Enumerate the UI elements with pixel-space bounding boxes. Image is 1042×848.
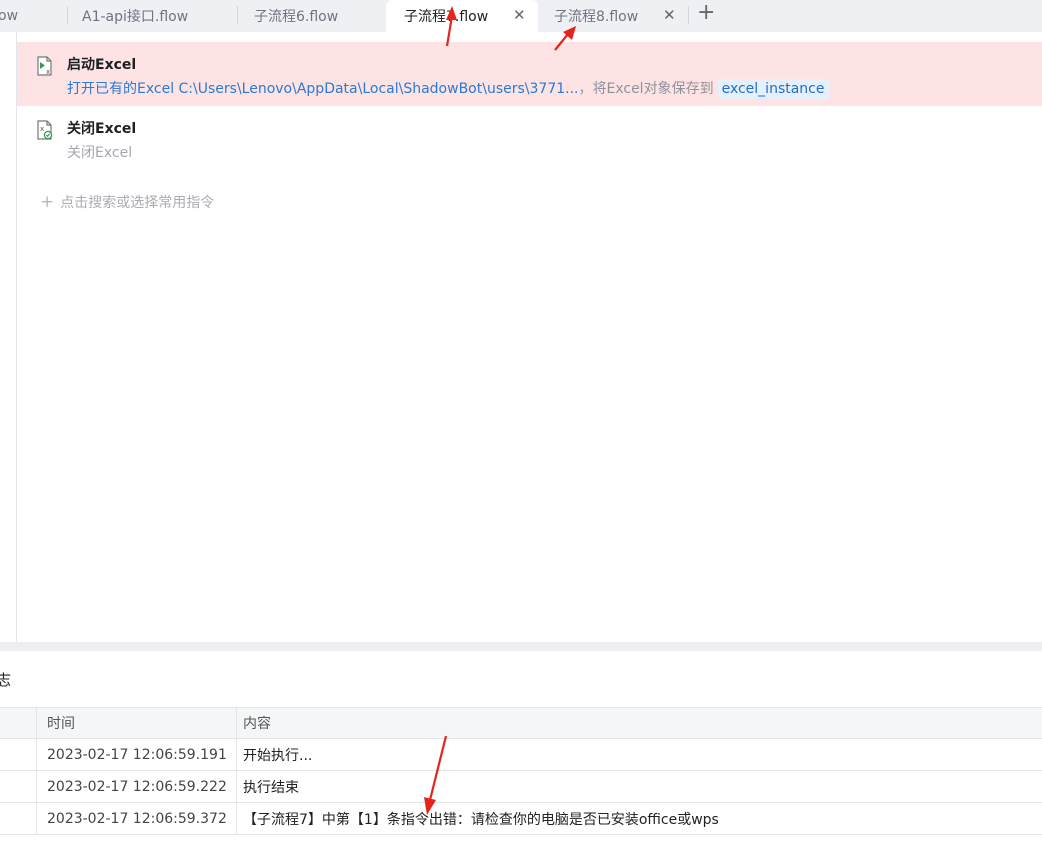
log-time: 2023-02-17 12:06:59.372 [37, 803, 237, 834]
add-tab-icon[interactable]: + [697, 1, 715, 25]
tab-label: ow [0, 8, 19, 24]
tab-flow-partial[interactable]: ow [0, 0, 60, 32]
editor-gutter [0, 32, 17, 642]
flow-editor: x 启动Excel 打开已有的Excel C:\Users\Lenovo\App… [0, 32, 1042, 642]
table-row[interactable]: 2023-02-17 12:06:59.191 开始执行... [0, 739, 1042, 771]
header-index-cell [0, 708, 37, 738]
panel-splitter[interactable] [0, 642, 1042, 651]
log-table-header: 时间 内容 [0, 707, 1042, 739]
close-icon[interactable]: ✕ [663, 8, 676, 23]
command-row-close-excel[interactable]: x 关闭Excel 关闭Excel [17, 106, 1042, 170]
table-row[interactable]: 2023-02-17 12:06:59.372 【子流程7】中第【1】条指令出错… [0, 803, 1042, 835]
log-content: 开始执行... [243, 747, 313, 764]
log-panel-title: 志 [0, 671, 12, 689]
command-title: 关闭Excel [67, 121, 137, 137]
command-title: 启动Excel [67, 57, 137, 73]
command-sep-text: ， [578, 81, 593, 97]
tab-a1-api[interactable]: A1-api接口.flow [68, 0, 236, 32]
tab-label: 子流程8.flow [554, 9, 639, 25]
log-time: 2023-02-17 12:06:59.222 [37, 771, 237, 802]
header-time: 时间 [37, 708, 237, 738]
close-icon[interactable]: ✕ [513, 8, 526, 23]
log-time: 2023-02-17 12:06:59.191 [37, 739, 237, 770]
log-content: 【子流程7】中第【1】条指令出错：请检查你的电脑是否已安装office或wps [243, 811, 719, 828]
excel-close-icon: x [36, 120, 54, 140]
command-description: 关闭Excel [67, 145, 133, 161]
command-saveto-text: 将Excel对象保存到 [592, 81, 714, 97]
tab-bar: ow A1-api接口.flow 子流程6.flow 子流程7.flow ✕ 子… [0, 0, 1042, 32]
tab-subflow-7[interactable]: 子流程7.flow ✕ [386, 0, 538, 32]
command-row-launch-excel[interactable]: x 启动Excel 打开已有的Excel C:\Users\Lenovo\App… [17, 42, 1042, 106]
svg-text:x: x [40, 125, 44, 133]
header-content: 内容 [243, 716, 271, 732]
tab-label: A1-api接口.flow [82, 9, 189, 25]
add-command-text: 点击搜索或选择常用指令 [60, 195, 215, 211]
command-description: 打开已有的Excel C:\Users\Lenovo\AppData\Local… [67, 78, 829, 99]
command-path-text: 打开已有的Excel C:\Users\Lenovo\AppData\Local… [67, 81, 579, 97]
tab-subflow-8[interactable]: 子流程8.flow ✕ [538, 0, 688, 32]
row-index-cell [0, 771, 37, 802]
tab-divider [688, 6, 689, 24]
variable-chip[interactable]: excel_instance [717, 79, 829, 99]
excel-launch-icon: x [36, 56, 54, 76]
table-row[interactable]: 2023-02-17 12:06:59.222 执行结束 [0, 771, 1042, 803]
log-content: 执行结束 [243, 779, 299, 796]
row-index-cell [0, 803, 37, 834]
tab-label: 子流程6.flow [254, 9, 339, 25]
svg-text:x: x [46, 68, 50, 76]
tab-label: 子流程7.flow [404, 9, 489, 25]
row-index-cell [0, 739, 37, 770]
add-command-placeholder[interactable]: + 点击搜索或选择常用指令 [40, 192, 214, 212]
tab-subflow-6[interactable]: 子流程6.flow [238, 0, 384, 32]
plus-icon: + [40, 192, 55, 212]
